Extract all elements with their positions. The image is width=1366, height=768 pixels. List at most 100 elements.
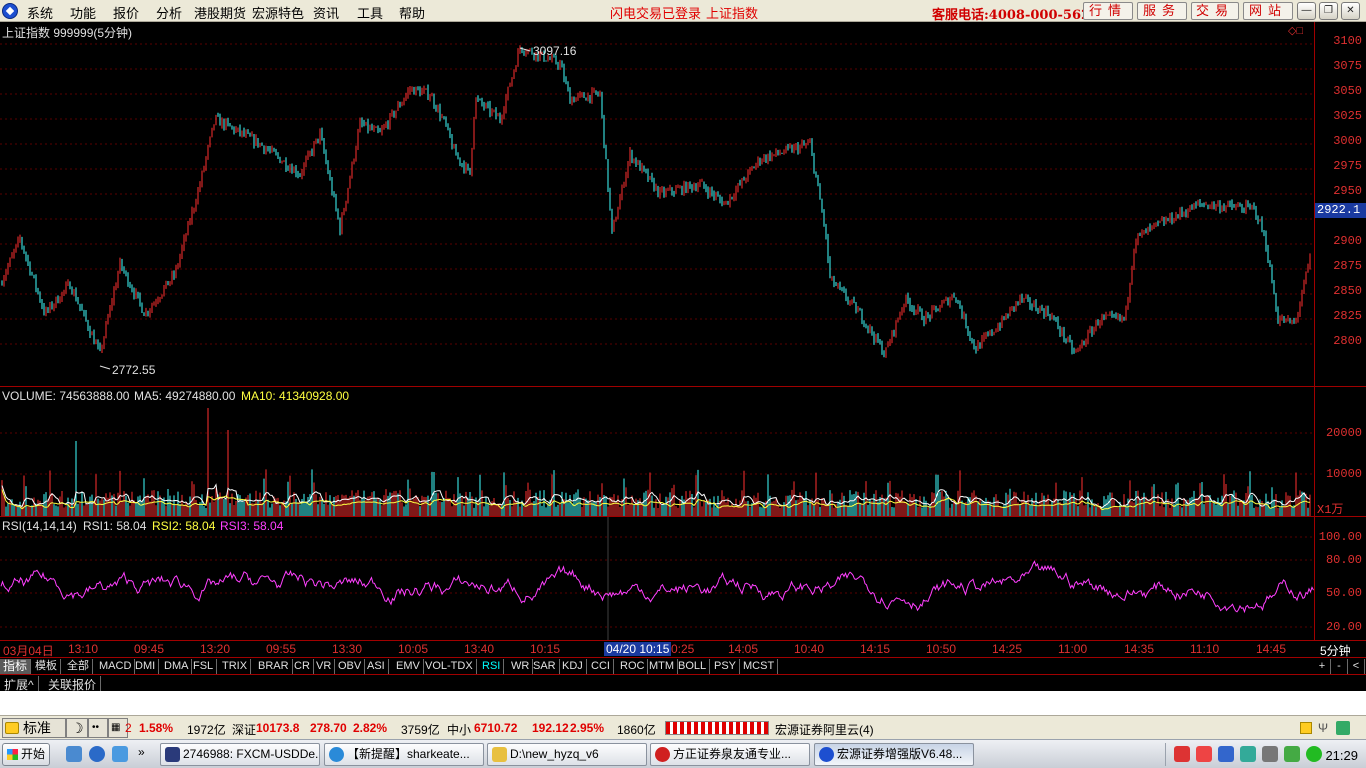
- expand-icon[interactable]: ◇□: [1288, 24, 1303, 37]
- rsi-pane[interactable]: RSI(14,14,14) RSI1: 58.04 RSI2: 58.04 RS…: [0, 517, 1314, 640]
- zoom-control-0[interactable]: +: [1314, 659, 1331, 674]
- menu-help[interactable]: 帮助: [399, 3, 425, 22]
- task-hongyuan[interactable]: 宏源证券增强版V6.48...: [814, 743, 974, 766]
- indicator-tab[interactable]: OBV: [335, 659, 366, 674]
- notify-icon[interactable]: [1300, 722, 1312, 734]
- task-label: 2746988: FXCM-USDDe...: [183, 747, 320, 761]
- indicator-tab[interactable]: 指标: [0, 659, 32, 674]
- y-tick: 2875: [1333, 259, 1362, 273]
- indicator-tab[interactable]: MACD: [96, 659, 136, 674]
- task-fxcm[interactable]: 2746988: FXCM-USDDe...: [160, 743, 320, 766]
- tray-status-icon[interactable]: [1306, 746, 1322, 762]
- chat-icon[interactable]: ••: [88, 718, 108, 738]
- rsi2-label: RSI2: 58.04: [152, 519, 216, 533]
- indicator-tab[interactable]: CCI: [588, 659, 614, 674]
- menu-tools[interactable]: 工具: [357, 3, 383, 22]
- volume-ma10-label: MA10: 41340928.00: [241, 389, 350, 403]
- close-icon[interactable]: ✕: [1341, 2, 1360, 20]
- tray-network-icon[interactable]: [1196, 746, 1212, 762]
- svg-text:3097.16: 3097.16: [533, 44, 577, 58]
- time-label: 10:05: [398, 642, 429, 656]
- zoom-control-2[interactable]: <: [1348, 659, 1365, 674]
- menu-analysis[interactable]: 分析: [156, 3, 182, 22]
- fxcm-icon: [165, 747, 180, 762]
- volume-chart-svg: [0, 408, 1314, 516]
- menu-function[interactable]: 功能: [70, 3, 96, 22]
- explorer-icon[interactable]: [112, 746, 128, 762]
- btn-trade[interactable]: 交易: [1191, 2, 1239, 20]
- sh-amount: 1972亿: [187, 723, 226, 737]
- price-axis: 3100 3075 3050 3025 3000 2975 2950 2922.…: [1314, 22, 1366, 387]
- rsi1-label: RSI1: 58.04: [83, 519, 147, 533]
- indicator-tab[interactable]: MTM: [646, 659, 679, 674]
- indicator-tab[interactable]: CR: [291, 659, 314, 674]
- y-tick: 3050: [1333, 84, 1362, 98]
- restore-icon[interactable]: ❐: [1319, 2, 1338, 20]
- server-name[interactable]: 宏源证券阿里云(4): [775, 721, 874, 738]
- time-label: 10:15: [530, 642, 561, 656]
- zoom-control-1[interactable]: -: [1331, 659, 1348, 674]
- volume-pane[interactable]: VOLUME: 74563888.00 MA5: 49274880.00 MA1…: [0, 387, 1314, 517]
- menu-system[interactable]: 系统: [27, 3, 53, 22]
- ie-icon[interactable]: [89, 746, 105, 762]
- indicator-tab[interactable]: PSY: [711, 659, 741, 674]
- sz-change: 278.70: [310, 721, 347, 735]
- app-window: 系统 功能 报价 分析 港股期货 宏源特色 资讯 工具 帮助 闪电交易已登录 上…: [0, 0, 1366, 768]
- tray-security-icon[interactable]: [1240, 746, 1256, 762]
- start-label: 开始: [21, 747, 46, 761]
- menu-quote[interactable]: 报价: [113, 3, 139, 22]
- time-label: 14:35: [1124, 642, 1155, 656]
- indicator-tab[interactable]: TRIX: [219, 659, 252, 674]
- tray-volume-icon[interactable]: [1262, 746, 1278, 762]
- zx-change: 192.12: [532, 721, 569, 735]
- tray-app-icon[interactable]: [1174, 746, 1190, 762]
- indicator-tab[interactable]: RSI: [479, 659, 505, 674]
- indicator-tab[interactable]: MCST: [740, 659, 779, 674]
- connection-icon[interactable]: [1336, 721, 1350, 735]
- btn-website[interactable]: 网站: [1243, 2, 1293, 20]
- indicator-tab[interactable]: EMV: [393, 659, 424, 674]
- time-label: 13:20: [200, 642, 231, 656]
- minimize-icon[interactable]: —: [1297, 2, 1316, 20]
- indicator-tab[interactable]: DMA: [161, 659, 193, 674]
- app-logo-icon[interactable]: [2, 3, 18, 19]
- menu-hongyuan[interactable]: 宏源特色: [252, 3, 304, 22]
- indicator-tab[interactable]: BRAR: [255, 659, 293, 674]
- btn-market[interactable]: 行情: [1083, 2, 1133, 20]
- menu-news[interactable]: 资讯: [313, 3, 339, 22]
- menu-hk-futures[interactable]: 港股期货: [194, 3, 246, 22]
- hongyuan-icon: [819, 747, 834, 762]
- zx-value: 6710.72: [474, 721, 518, 735]
- indicator-tab[interactable]: 全部: [64, 659, 93, 674]
- indicator-tab[interactable]: KDJ: [559, 659, 587, 674]
- task-fangzheng[interactable]: 方正证券泉友通专业...: [650, 743, 810, 766]
- indicator-tab[interactable]: VR: [313, 659, 336, 674]
- y-tick: 2800: [1333, 334, 1362, 348]
- indicator-tab[interactable]: 模板: [32, 659, 61, 674]
- night-mode-icon[interactable]: ☽: [66, 718, 88, 738]
- btn-service[interactable]: 服务: [1137, 2, 1187, 20]
- time-label: 13:30: [332, 642, 363, 656]
- tray-shield-icon[interactable]: [1218, 746, 1234, 762]
- more-icon[interactable]: »: [138, 745, 145, 759]
- y-tick: 2950: [1333, 184, 1362, 198]
- indicator-tab[interactable]: ROC: [617, 659, 649, 674]
- rsi-axis: 100.00 80.00 50.00 20.00: [1314, 517, 1366, 640]
- desktop-icon[interactable]: [66, 746, 82, 762]
- indicator-tab[interactable]: VOL-TDX: [422, 659, 477, 674]
- indicator-tab[interactable]: DMI: [132, 659, 160, 674]
- indicator-tab[interactable]: ASI: [364, 659, 389, 674]
- price-chart-pane[interactable]: 3097.16 2772.55 上证指数 999999(5分钟) ◇□: [0, 22, 1314, 387]
- tray-update-icon[interactable]: [1284, 746, 1300, 762]
- indicator-tab[interactable]: SAR: [530, 659, 560, 674]
- price-chart-title: 上证指数 999999(5分钟): [2, 26, 133, 40]
- signal-icon: Ψ: [1318, 721, 1329, 735]
- flash-trade-status[interactable]: 闪电交易已登录: [610, 3, 701, 22]
- indicator-tab[interactable]: FSL: [190, 659, 218, 674]
- y-tick: 3000: [1333, 134, 1362, 148]
- start-button[interactable]: 开始: [2, 743, 50, 766]
- task-browser[interactable]: 【新提醒】sharkeate...: [324, 743, 484, 766]
- time-label: 0:25: [671, 642, 695, 656]
- indicator-tab[interactable]: BOLL: [675, 659, 711, 674]
- task-folder[interactable]: D:\new_hyzq_v6: [487, 743, 647, 766]
